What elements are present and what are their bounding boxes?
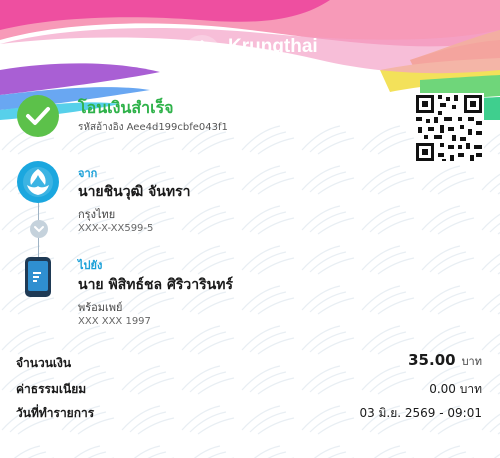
krungthai-logo-icon xyxy=(183,35,221,73)
amount-value: 35.00 xyxy=(408,351,456,369)
datetime-value: 03 มิ.ย. 2569 - 09:01 xyxy=(359,406,482,420)
brand-thai-name: กรุงไทย xyxy=(228,58,269,72)
recipient-name: นาย พิสิทธ์ชล ศิริวารินทร์ xyxy=(78,277,233,293)
sender-name: นายชินวุฒิ จันทรา xyxy=(78,184,191,200)
status-title: โอนเงินสำเร็จ xyxy=(78,98,174,117)
chevron-down-icon xyxy=(30,220,48,238)
recipient-service: พร้อมเพย์ xyxy=(78,301,123,314)
to-label: ไปยัง xyxy=(78,259,103,272)
fee-value: 0.00 บาท xyxy=(429,382,482,396)
datetime-label: วันที่ทำรายการ xyxy=(16,406,95,420)
brand: Krungthai กรุงไทย xyxy=(182,34,318,74)
recipient-account: XXX XXX 1997 xyxy=(78,316,151,327)
amount-label: จำนวนเงิน xyxy=(16,356,72,370)
qr-code-icon[interactable] xyxy=(414,93,484,163)
reference-code: รหัสอ้างอิง Aee4d199cbfe043f1 xyxy=(78,122,228,133)
sender-bank: กรุงไทย xyxy=(78,208,116,221)
krungthai-bank-icon xyxy=(17,161,59,203)
amount-value-row: 35.00 บาท xyxy=(408,351,482,370)
fee-label: ค่าธรรมเนียม xyxy=(16,382,87,396)
amount-unit: บาท xyxy=(461,355,482,368)
brand-name: Krungthai xyxy=(228,36,318,57)
check-circle-icon xyxy=(17,95,59,137)
phone-icon xyxy=(25,257,51,297)
from-label: จาก xyxy=(78,167,98,180)
sender-account: XXX-X-XX599-5 xyxy=(78,223,154,234)
